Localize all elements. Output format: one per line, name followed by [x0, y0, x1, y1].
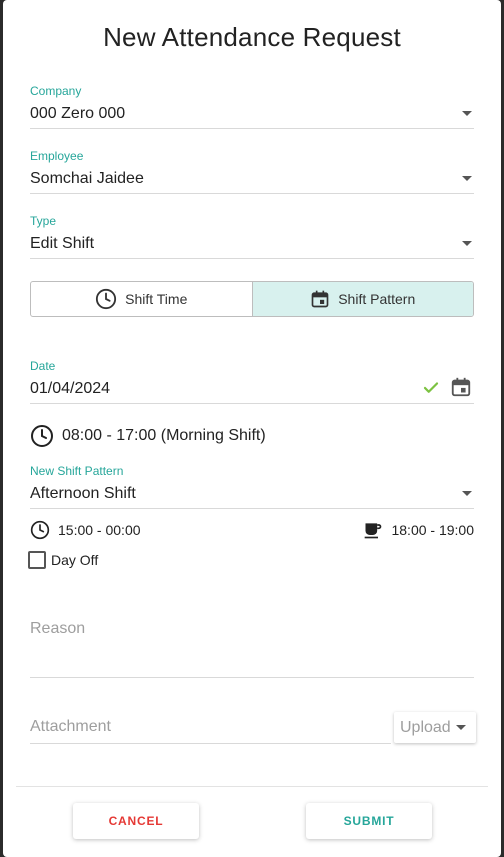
reason-placeholder: Reason — [30, 620, 86, 637]
new-shift-pattern-value: Afternoon Shift — [30, 485, 136, 502]
attachment-field[interactable]: Attachment — [30, 712, 391, 744]
company-select[interactable]: Company 000 Zero 000 — [30, 84, 474, 129]
checkbox-box[interactable] — [28, 551, 46, 569]
dropdown-caret-icon — [462, 176, 472, 181]
type-select[interactable]: Type Edit Shift — [30, 214, 474, 259]
type-label: Type — [30, 214, 57, 228]
type-value: Edit Shift — [30, 235, 95, 252]
coffee-icon — [363, 520, 383, 540]
date-field: Date 01/04/2024 — [30, 359, 474, 404]
shift-times: 15:00 - 00:00 18:00 - 19:00 — [30, 520, 474, 542]
dropdown-caret-icon — [462, 491, 472, 496]
new-shift-pattern-select[interactable]: New Shift Pattern Afternoon Shift — [30, 464, 474, 509]
employee-value: Somchai Jaidee — [30, 170, 144, 187]
company-label: Company — [30, 84, 82, 98]
break-time: 18:00 - 19:00 — [363, 520, 474, 540]
mode-toggle: Shift Time Shift Pattern — [30, 281, 474, 317]
tab-shift-pattern[interactable]: Shift Pattern — [251, 282, 473, 316]
clock-icon — [30, 424, 54, 448]
date-input[interactable]: 01/04/2024 — [30, 380, 110, 397]
work-time-text: 15:00 - 00:00 — [58, 522, 141, 538]
day-off-checkbox[interactable]: Day Off — [28, 551, 98, 569]
clock-icon — [30, 520, 50, 540]
employee-label: Employee — [30, 149, 84, 163]
clock-icon — [95, 288, 117, 310]
day-off-label: Day Off — [51, 552, 99, 568]
work-time: 15:00 - 00:00 — [30, 520, 141, 540]
checkmark-icon — [422, 379, 440, 397]
submit-button[interactable]: SUBMIT — [306, 803, 432, 839]
footer-divider — [16, 786, 488, 787]
tab-shift-pattern-label: Shift Pattern — [338, 291, 416, 307]
attachment-placeholder: Attachment — [30, 718, 111, 735]
upload-label: Upload — [400, 718, 451, 736]
date-label: Date — [30, 359, 56, 373]
attendance-request-dialog: New Attendance Request Company 000 Zero … — [3, 0, 501, 857]
new-shift-pattern-label: New Shift Pattern — [30, 464, 124, 478]
dropdown-caret-icon — [462, 111, 472, 116]
break-time-text: 18:00 - 19:00 — [391, 522, 474, 538]
employee-select[interactable]: Employee Somchai Jaidee — [30, 149, 474, 194]
dialog-title: New Attendance Request — [103, 22, 401, 52]
current-shift-text: 08:00 - 17:00 (Morning Shift) — [62, 427, 266, 444]
tab-shift-time[interactable]: Shift Time — [31, 282, 252, 316]
dropdown-caret-icon — [462, 241, 472, 246]
cancel-button[interactable]: CANCEL — [73, 803, 199, 839]
company-value: 000 Zero 000 — [30, 105, 126, 122]
dropdown-caret-icon — [456, 725, 466, 730]
tab-shift-time-label: Shift Time — [125, 291, 188, 307]
reason-textarea[interactable]: Reason — [30, 620, 474, 678]
calendar-icon — [310, 289, 330, 309]
current-shift: 08:00 - 17:00 (Morning Shift) — [30, 424, 266, 448]
upload-button[interactable]: Upload — [394, 712, 476, 743]
calendar-icon[interactable] — [450, 376, 472, 398]
